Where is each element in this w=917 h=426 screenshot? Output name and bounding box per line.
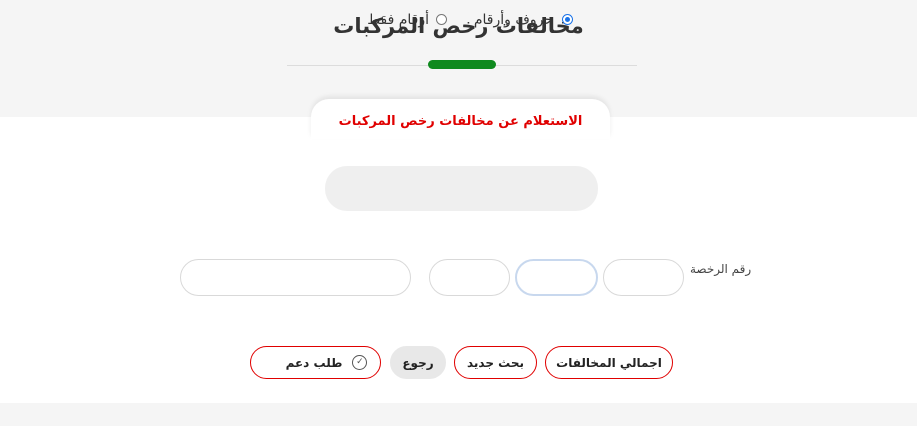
support-request-label: طلب دعم [285,355,343,370]
radio-numbers-only[interactable]: أرقام فقط [355,0,455,45]
total-violations-button[interactable]: اجمالي المخالفات [545,346,673,379]
radio-letters-label: حروف وأرقام [473,12,553,28]
new-search-label: بحث جديد [466,355,525,370]
plate-type-radio-group [325,166,598,211]
radio-unselected-icon[interactable] [436,14,447,25]
radio-letters-and-numbers[interactable]: حروف وأرقام [473,0,585,45]
license-field-1[interactable] [603,259,684,296]
footer-band [0,403,917,426]
title-accent-bar [428,60,496,69]
inquiry-tab[interactable]: الاستعلام عن مخالفات رخص المركبات [311,99,610,139]
license-field-2[interactable] [515,259,598,296]
back-label: رجوع [402,355,434,370]
license-field-4[interactable] [180,259,411,296]
check-circle-icon: ✓ [352,355,368,370]
license-field-3[interactable] [429,259,510,296]
radio-selected-icon[interactable] [562,14,573,25]
total-violations-label: اجمالي المخالفات [556,355,662,370]
radio-numbers-label: أرقام فقط [367,12,429,28]
page-title: مخالفات رخص المركبات [333,14,584,38]
new-search-button[interactable]: بحث جديد [454,346,537,379]
support-request-button[interactable]: ✓ طلب دعم [250,346,381,379]
back-button[interactable]: رجوع [390,346,446,379]
license-number-label: رقم الرخصة [690,262,752,276]
